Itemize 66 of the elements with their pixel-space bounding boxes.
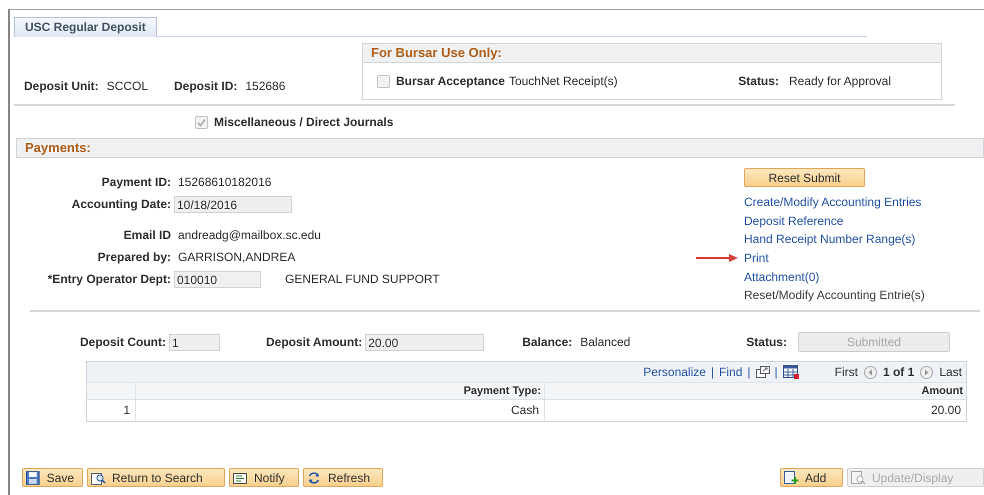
- new-window-icon[interactable]: [756, 366, 770, 378]
- status-value: Ready for Approval: [788, 74, 891, 88]
- refresh-icon: [307, 470, 322, 484]
- field-label: Accounting Date:: [70, 197, 172, 211]
- save-button[interactable]: Save: [22, 468, 83, 487]
- field-value: SCCOL: [106, 79, 148, 93]
- section-header: Payments:: [16, 138, 984, 158]
- notify-button[interactable]: Notify: [229, 468, 299, 487]
- magnifier-icon: [91, 470, 106, 484]
- field-value: andreadg@mailbox.sc.edu: [177, 228, 321, 242]
- field-label: Email ID: [122, 228, 172, 242]
- field-label: Deposit ID:: [174, 79, 238, 93]
- field-label: Balance:: [522, 335, 572, 349]
- field-label: Prepared by:: [96, 250, 172, 264]
- spreadsheet-icon[interactable]: [782, 365, 799, 379]
- table-cell: Cash: [135, 400, 544, 421]
- reset-submit-button[interactable]: Reset Submit: [744, 168, 865, 187]
- refresh-button[interactable]: Refresh: [303, 468, 383, 487]
- previous-icon[interactable]: [864, 366, 877, 378]
- link[interactable]: Attachment(0): [744, 268, 925, 286]
- input-field[interactable]: 010010: [174, 270, 261, 288]
- document-magnifier-icon: [851, 470, 866, 484]
- separator: |: [710, 365, 714, 379]
- link[interactable]: Deposit Reference: [744, 212, 925, 230]
- pager-last[interactable]: Last: [939, 365, 962, 379]
- tab[interactable]: USC Regular Deposit: [14, 17, 157, 37]
- save-icon: [26, 470, 41, 484]
- pager-range: 1 of 1: [882, 365, 914, 379]
- note-icon: [233, 470, 248, 484]
- grid-link[interactable]: Find: [719, 365, 742, 379]
- checkbox-label: Bursar Acceptance: [396, 74, 505, 88]
- link[interactable]: Create/Modify Accounting Entries: [744, 193, 925, 212]
- field-value: 152686: [245, 79, 286, 93]
- field-label: Deposit Amount:: [266, 335, 362, 349]
- field-value: Balanced: [580, 335, 630, 349]
- return-to-search-button[interactable]: Return to Search: [87, 468, 225, 487]
- grid-link[interactable]: Personalize: [643, 365, 706, 379]
- field-label: Deposit Count:: [80, 335, 166, 349]
- field-description: GENERAL FUND SUPPORT: [285, 272, 440, 286]
- table-cell: 20.00: [544, 400, 966, 421]
- field-label: Payment ID:: [100, 175, 172, 189]
- pager-first[interactable]: First: [834, 365, 858, 379]
- checkbox-label: Miscellaneous / Direct Journals: [214, 115, 394, 129]
- field-label: Status:: [746, 335, 787, 349]
- checkbox[interactable]: [377, 74, 390, 88]
- separator: |: [747, 365, 751, 379]
- field-label: Deposit Unit:: [24, 79, 99, 93]
- link[interactable]: Print: [744, 249, 925, 268]
- receipt-text: TouchNet Receipt(s): [508, 74, 618, 88]
- next-icon[interactable]: [920, 366, 934, 378]
- add-document-icon: [784, 470, 799, 484]
- field-value: GARRISON,ANDREA: [177, 250, 296, 264]
- link: Reset/Modify Accounting Entrie(s): [744, 287, 925, 304]
- column-header: Payment Type:: [135, 383, 544, 399]
- column-header: Amount: [544, 383, 966, 399]
- input-field[interactable]: 10/18/2016: [174, 196, 292, 212]
- separator: |: [774, 365, 778, 379]
- add-button[interactable]: Add: [780, 468, 843, 487]
- panel-header: For Bursar Use Only:: [363, 44, 941, 63]
- field-value: 15268610182016: [177, 175, 272, 189]
- link[interactable]: Hand Receipt Number Range(s): [744, 230, 925, 250]
- field-label: *Entry Operator Dept:: [46, 272, 172, 286]
- input-field[interactable]: 1: [169, 334, 220, 350]
- row-number: 1: [122, 402, 131, 419]
- input-field[interactable]: 20.00: [365, 334, 484, 350]
- status-label: Status:: [738, 74, 779, 88]
